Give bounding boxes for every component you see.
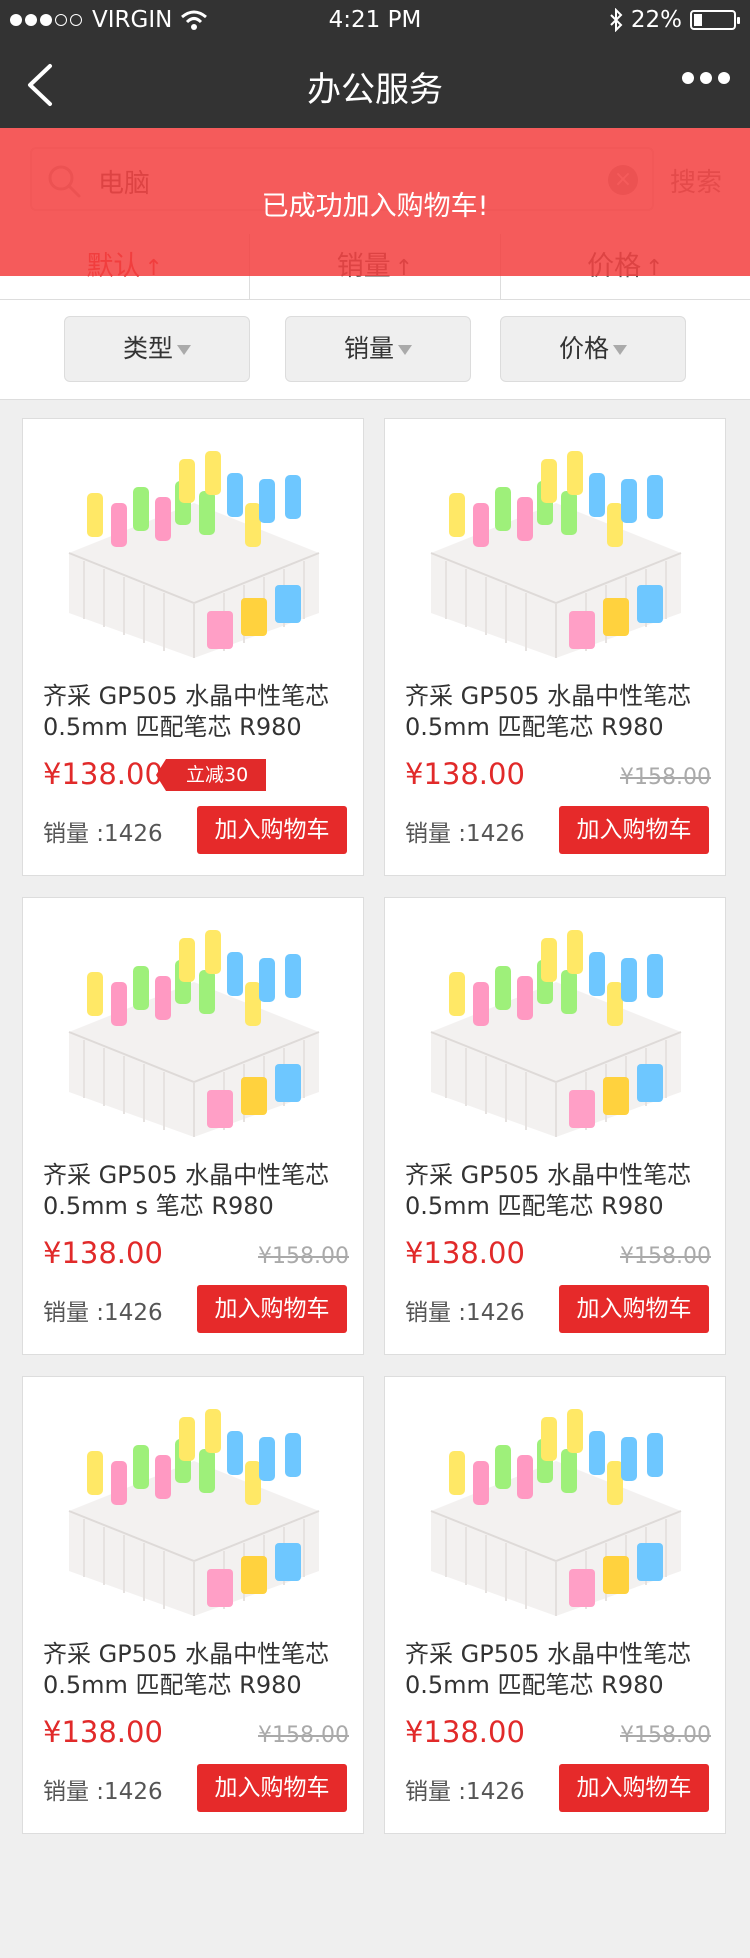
filter-sales-label: 销量 — [343, 334, 394, 363]
product-image — [68, 1409, 320, 1616]
product-card[interactable]: 齐采 GP505 水晶中性笔芯 0.5mm 匹配笔芯 R980 ¥138.00 … — [22, 1376, 364, 1834]
bluetooth-icon — [610, 8, 623, 32]
add-to-cart-button[interactable]: 加入购物车 — [559, 1285, 709, 1333]
battery-percent: 22% — [630, 7, 682, 33]
status-bar: VIRGIN 4:21 PM 22% — [0, 0, 750, 42]
dropdown-arrow-icon — [177, 345, 191, 355]
add-to-cart-button[interactable]: 加入购物车 — [197, 806, 347, 854]
product-image — [68, 930, 320, 1137]
page-title: 办公服务 — [307, 70, 443, 110]
product-price: ¥138.00 — [405, 757, 525, 791]
product-sales: 销量 :1426 — [405, 821, 525, 847]
product-image — [68, 451, 320, 658]
filter-type[interactable]: 类型 — [64, 316, 250, 382]
product-name: 齐采 GP505 水晶中性笔芯 0.5mm 匹配笔芯 R980 — [405, 682, 692, 741]
add-to-cart-button[interactable]: 加入购物车 — [559, 1764, 709, 1812]
battery-fill — [694, 14, 702, 26]
product-price: ¥138.00 — [43, 757, 163, 791]
add-to-cart-button[interactable]: 加入购物车 — [197, 1764, 347, 1812]
add-to-cart-button[interactable]: 加入购物车 — [559, 806, 709, 854]
product-name: 齐采 GP505 水晶中性笔芯 0.5mm 匹配笔芯 R980 — [43, 682, 330, 741]
product-image — [430, 451, 682, 658]
product-name: 齐采 GP505 水晶中性笔芯 0.5mm 匹配笔芯 R980 — [405, 1161, 692, 1220]
product-price: ¥138.00 — [43, 1236, 163, 1270]
product-card[interactable]: 齐采 GP505 水晶中性笔芯 0.5mm 匹配笔芯 R980 ¥138.00 … — [384, 418, 726, 876]
nav-bar: 办公服务 — [0, 42, 750, 128]
product-image — [430, 930, 682, 1137]
dropdown-arrow-icon — [613, 345, 627, 355]
status-right: 22% — [609, 7, 740, 33]
product-sales: 销量 :1426 — [405, 1779, 525, 1805]
dropdown-arrow-icon — [398, 345, 412, 355]
discount-tag: 立减30 — [155, 759, 267, 791]
product-card[interactable]: 齐采 GP505 水晶中性笔芯 0.5mm 匹配笔芯 R980 ¥138.00 … — [384, 897, 726, 1355]
product-sales: 销量 :1426 — [43, 1300, 163, 1326]
product-card[interactable]: 齐采 GP505 水晶中性笔芯 0.5mm 匹配笔芯 R980 ¥138.00 … — [22, 418, 364, 876]
toast-message: 已成功加入购物车! — [261, 191, 489, 222]
filter-bar: 类型 销量 价格 — [0, 300, 750, 400]
filter-price-label: 价格 — [558, 334, 609, 363]
battery-icon — [690, 10, 740, 30]
toast-overlay: 已成功加入购物车! — [0, 128, 750, 276]
product-sales: 销量 :1426 — [43, 1779, 163, 1805]
product-old-price: ¥158.00 — [620, 1244, 711, 1269]
product-price: ¥138.00 — [43, 1715, 163, 1749]
filter-type-label: 类型 — [122, 334, 173, 363]
product-name: 齐采 GP505 水晶中性笔芯 0.5mm s 笔芯 R980 — [43, 1161, 330, 1220]
add-to-cart-button[interactable]: 加入购物车 — [197, 1285, 347, 1333]
product-name: 齐采 GP505 水晶中性笔芯 0.5mm 匹配笔芯 R980 — [405, 1640, 692, 1699]
product-image — [430, 1409, 682, 1616]
product-sales: 销量 :1426 — [43, 821, 163, 847]
product-price: ¥138.00 — [405, 1715, 525, 1749]
product-card[interactable]: 齐采 GP505 水晶中性笔芯 0.5mm 匹配笔芯 R980 ¥138.00 … — [384, 1376, 726, 1834]
product-price: ¥138.00 — [405, 1236, 525, 1270]
product-old-price: ¥158.00 — [620, 1723, 711, 1748]
filter-sales[interactable]: 销量 — [285, 316, 471, 382]
filter-price[interactable]: 价格 — [500, 316, 686, 382]
product-name: 齐采 GP505 水晶中性笔芯 0.5mm 匹配笔芯 R980 — [43, 1640, 330, 1699]
more-dots-icon[interactable] — [682, 72, 730, 84]
product-old-price: ¥158.00 — [258, 1244, 349, 1269]
product-old-price: ¥158.00 — [620, 765, 711, 790]
product-sales: 销量 :1426 — [405, 1300, 525, 1326]
product-old-price: ¥158.00 — [258, 1723, 349, 1748]
product-card[interactable]: 齐采 GP505 水晶中性笔芯 0.5mm s 笔芯 R980 ¥138.00 … — [22, 897, 364, 1355]
